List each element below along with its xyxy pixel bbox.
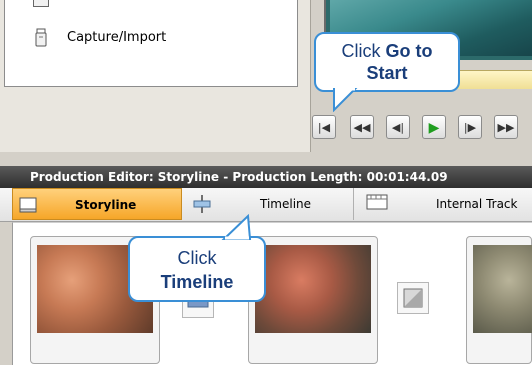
fast-forward-button[interactable]: ▶▶ [494,115,518,139]
tab-storyline[interactable]: Storyline [12,188,182,220]
clip-thumbnail [255,245,371,333]
callout-timeline-tail [221,214,252,240]
tab-timeline-label: Timeline [260,197,312,211]
task-icon [33,0,49,7]
callout-go-to-start-strong: Go to [385,41,433,61]
callout-go-to-start: Click Go to Start [314,32,460,92]
step-forward-button[interactable]: |▶ [458,115,482,139]
internal-track-icon [366,194,388,210]
editor-title-bar: Production Editor: Storyline - Productio… [0,166,532,188]
tab-storyline-label: Storyline [75,198,137,212]
storyline-icon [19,197,37,213]
callout-go-to-start-tail [333,88,358,112]
callout-timeline-strong: Timeline [160,272,234,292]
rewind-icon: ◀◀ [353,121,371,134]
step-forward-icon: |▶ [463,121,477,134]
play-icon: ▶ [428,120,440,136]
tab-timeline[interactable]: Timeline [182,188,354,220]
task-panel: Capture/Import [0,0,311,152]
capture-import-icon [35,28,47,47]
timeline-icon [193,195,211,213]
tab-internal-track-label: Internal Track [436,197,518,211]
go-to-start-button[interactable]: |◀ [312,115,336,139]
transition-icon [403,288,423,308]
clip-thumbnail [473,245,532,333]
callout-go-to-start-text: Click [341,41,386,61]
capture-import-item[interactable]: Capture/Import [67,30,166,45]
step-back-icon: ◀| [391,121,405,134]
callout-start-strong: Start [366,63,408,83]
storyline-clip[interactable] [466,236,532,364]
editor-title: Production Editor: Storyline - Productio… [30,170,448,184]
rewind-button[interactable]: ◀◀ [350,115,374,139]
task-list: Capture/Import [4,0,298,87]
view-tabs: Storyline Timeline Internal Track [0,188,532,222]
storyline-clip[interactable] [248,236,378,364]
tab-internal-track[interactable]: Internal Track [354,188,532,220]
callout-timeline: Click Timeline [128,236,266,302]
callout-timeline-text: Click [177,248,217,268]
fast-forward-icon: ▶▶ [497,121,515,134]
step-back-button[interactable]: ◀| [386,115,410,139]
transition-slot[interactable] [397,282,429,314]
go-to-start-icon: |◀ [317,121,331,134]
play-button[interactable]: ▶ [422,115,446,139]
